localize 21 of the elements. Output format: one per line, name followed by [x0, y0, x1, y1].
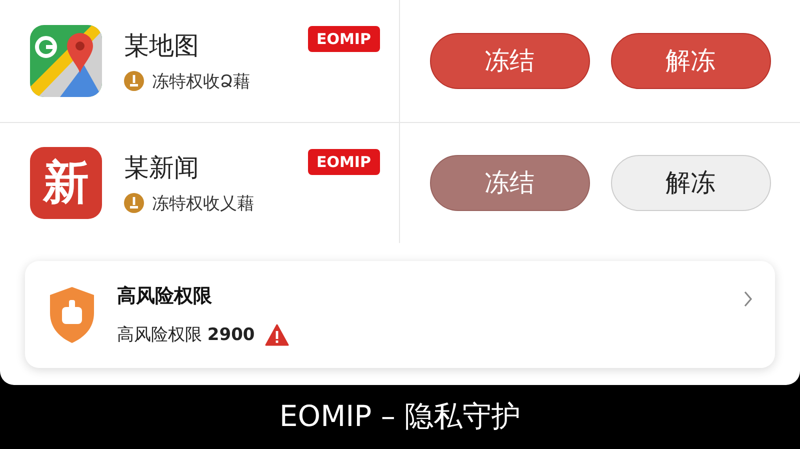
- map-app-icon: [30, 24, 102, 97]
- action-button[interactable]: 冻结: [430, 154, 590, 211]
- action-button[interactable]: 解冻: [610, 154, 770, 211]
- action-button[interactable]: 冻结: [430, 32, 590, 89]
- news-app-icon: 新: [30, 146, 102, 219]
- risk-count-text: 高风险权限 2900: [117, 324, 255, 346]
- shield-icon: [47, 284, 97, 344]
- app-name: 某地图: [124, 30, 200, 62]
- alert-icon: [124, 193, 144, 214]
- tag-label: EOMIP: [308, 148, 380, 174]
- warning-icon: [264, 324, 289, 346]
- card-title: 高风险权限: [117, 284, 213, 309]
- app-name: 某新闻: [124, 152, 200, 184]
- action-button[interactable]: 解冻: [610, 32, 770, 89]
- caption-text: EOMIP – 隐私守护: [279, 398, 521, 435]
- status-text: 冻特权收乂藉: [152, 192, 254, 215]
- risk-card[interactable]: 高风险权限 高风险权限 2900: [25, 261, 775, 368]
- alert-icon: [124, 71, 144, 92]
- tag-label: EOMIP: [308, 26, 380, 52]
- chevron-right-icon: [743, 291, 753, 307]
- status-text: 冻特权收Ձ藉: [152, 70, 250, 93]
